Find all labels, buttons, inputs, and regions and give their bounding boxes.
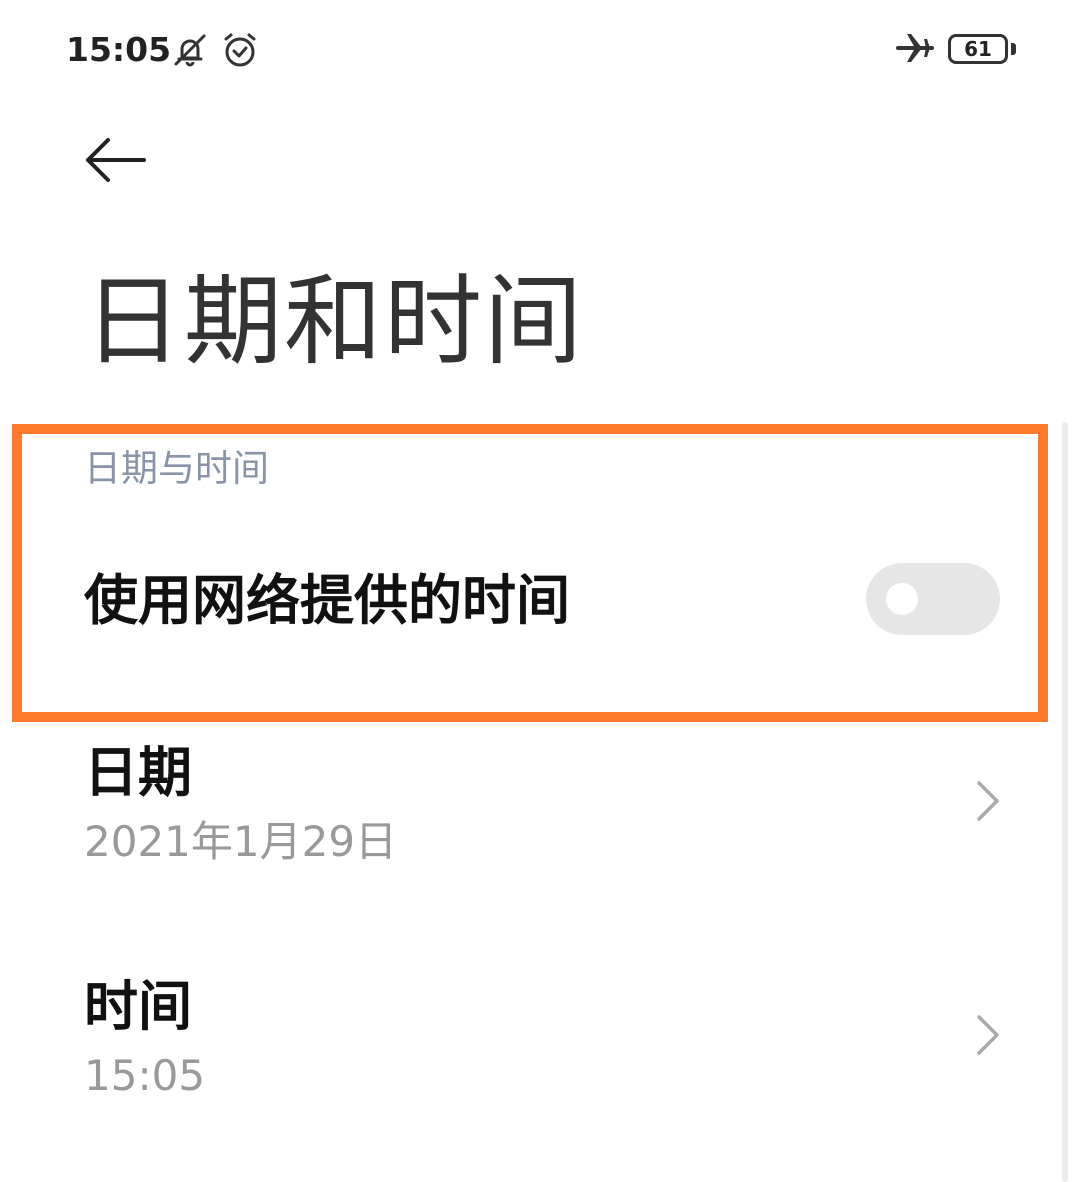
- arrow-left-icon: [86, 138, 146, 182]
- scrollbar[interactable]: [1062, 422, 1068, 1182]
- battery-tip: [1011, 43, 1016, 55]
- network-time-label: 使用网络提供的时间: [84, 569, 570, 632]
- battery-level: 61: [964, 37, 992, 61]
- time-value: 15:05: [84, 1051, 206, 1100]
- status-time: 15:05: [66, 30, 172, 69]
- network-time-toggle[interactable]: [866, 563, 1000, 635]
- date-value: 2021年1月29日: [84, 817, 398, 866]
- bell-muted-icon: [174, 34, 206, 67]
- toggle-knob: [886, 583, 918, 615]
- page-title: 日期和时间: [84, 265, 585, 379]
- back-button[interactable]: [80, 132, 152, 188]
- airplane-icon: [896, 34, 934, 62]
- section-label: 日期与时间: [84, 447, 269, 490]
- chevron-right-icon: [977, 1015, 999, 1055]
- battery-icon: 61: [948, 34, 1008, 64]
- alarm-clock-icon: [224, 33, 256, 67]
- chevron-right-icon: [977, 781, 999, 821]
- time-title: 时间: [84, 975, 192, 1038]
- date-title: 日期: [84, 741, 192, 804]
